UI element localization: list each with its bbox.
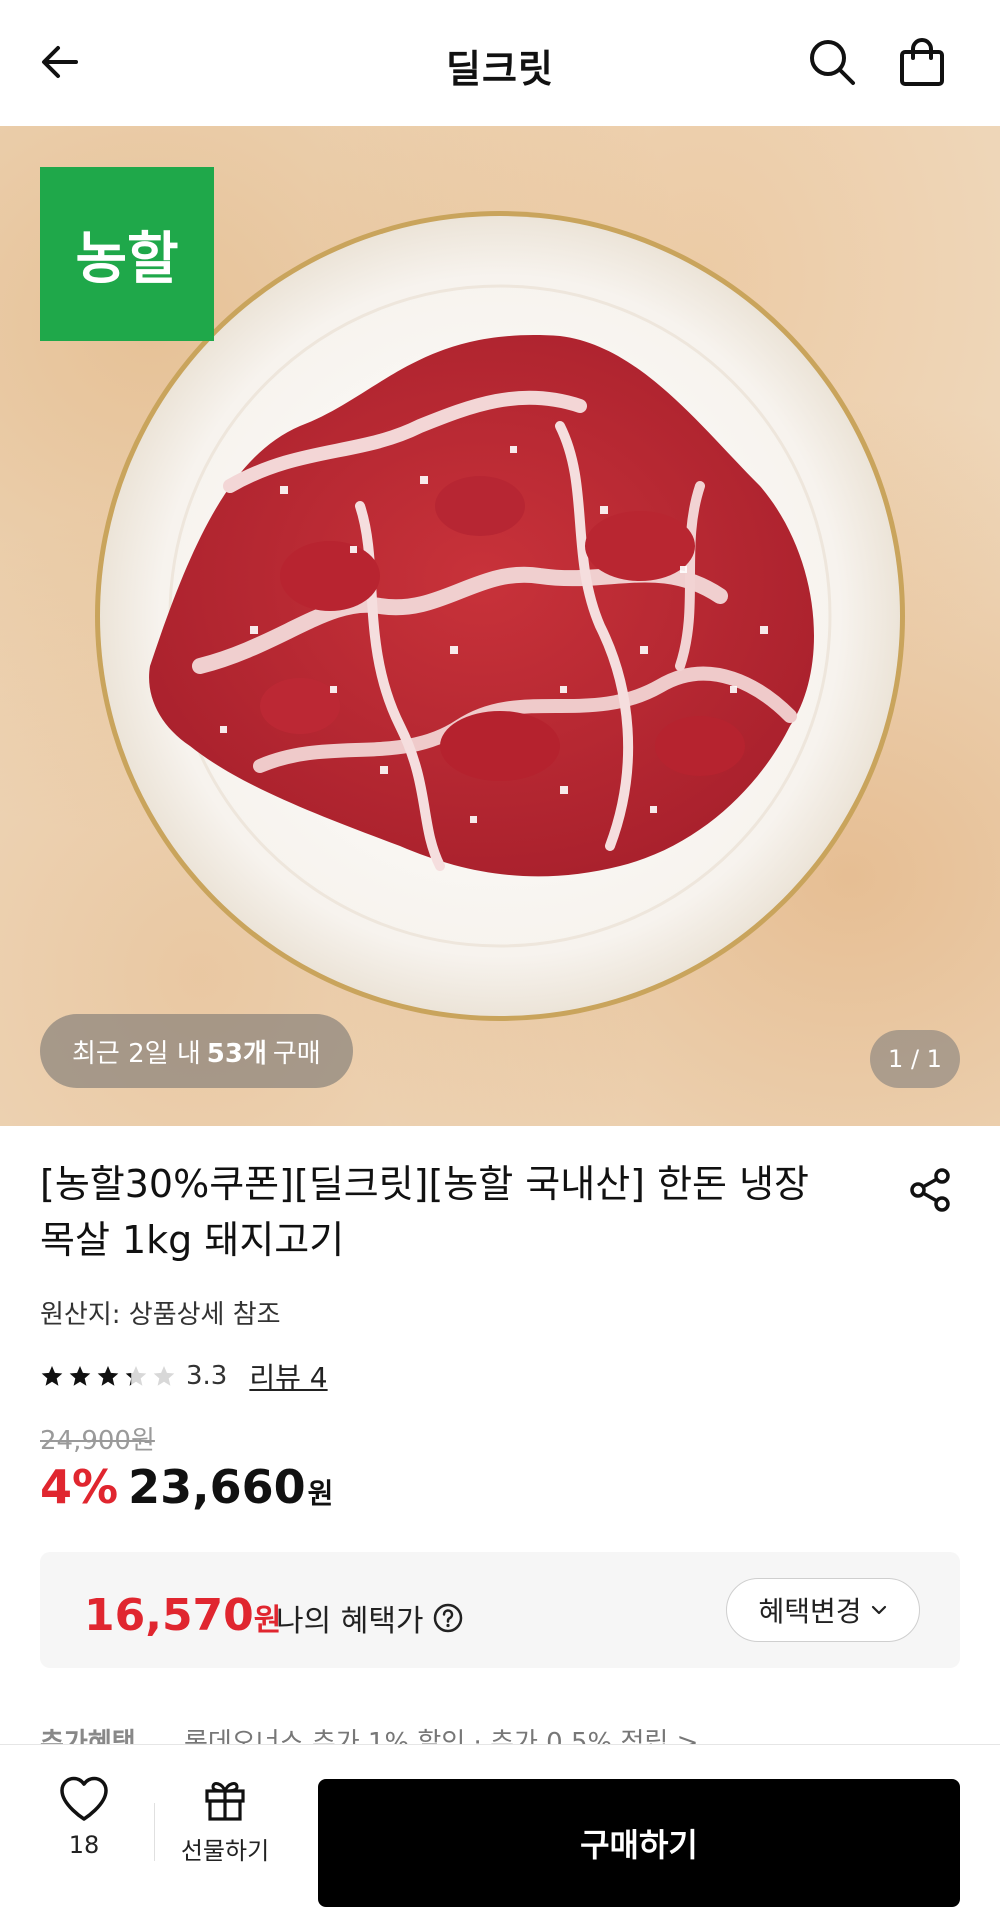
brand-badge-logo: 농할 [40,167,214,341]
sale-price: 23,660 [128,1460,306,1514]
gift-button[interactable]: 선물하기 [170,1775,280,1895]
star-icon [41,1366,63,1386]
review-link[interactable]: 리뷰 4 [249,1356,327,1396]
recent-purchase-pill: 최근 2일 내 53개 구매 [40,1014,353,1088]
benefit-change-button[interactable]: 혜택변경 [726,1578,920,1642]
star-rating [40,1364,176,1388]
gift-icon [205,1782,245,1821]
star-icon [153,1366,175,1386]
star-icon [125,1366,147,1386]
search-icon[interactable] [800,30,864,94]
benefit-label: 나의 혜택가 [276,1596,464,1640]
star-icon [69,1366,91,1386]
benefit-change-label: 혜택변경 [758,1595,862,1628]
recent-count: 53개 [206,1038,267,1069]
price-unit: 원 [307,1477,334,1510]
benefit-label-text: 나의 혜택가 [276,1604,424,1639]
benefit-price-box: 16,570원 나의 혜택가 혜택변경 [40,1552,960,1668]
origin-info: 원산지: 상품상세 참조 [40,1300,281,1330]
top-header: 딜크릿 [0,0,1000,126]
recent-suffix: 구매 [272,1038,321,1069]
price-row: 4% 23,660 원 [40,1460,333,1514]
product-title: [농할30%쿠폰][딜크릿][농할 국내산] 한돈 냉장 목살 1kg 돼지고기 [40,1162,810,1262]
benefit-price: 16,570원 [84,1590,281,1641]
product-image[interactable]: 농할 최근 2일 내 53개 구매 1 / 1 [0,126,1000,1126]
rating-value: 3.3 [186,1361,228,1391]
image-page-indicator: 1 / 1 [870,1030,960,1088]
gift-label: 선물하기 [180,1837,270,1865]
divider [154,1803,155,1861]
share-icon[interactable] [900,1160,960,1220]
buy-button[interactable]: 구매하기 [318,1779,960,1907]
like-button[interactable]: 18 [44,1775,124,1895]
bottom-action-bar: 18 선물하기 구매하기 [0,1744,1000,1914]
shopping-bag-icon[interactable] [890,30,954,94]
heart-icon [60,1776,108,1821]
recent-prefix: 최근 2일 내 [72,1038,201,1069]
benefit-price-value: 16,570 [84,1590,254,1641]
rating-row: 3.3 리뷰 4 [40,1356,328,1396]
star-icon [97,1366,119,1386]
like-count: 18 [68,1831,100,1859]
original-price: 24,900원 [40,1426,155,1456]
chevron-down-icon [871,1605,886,1615]
discount-rate: 4% [40,1460,119,1514]
help-icon[interactable] [432,1602,464,1634]
